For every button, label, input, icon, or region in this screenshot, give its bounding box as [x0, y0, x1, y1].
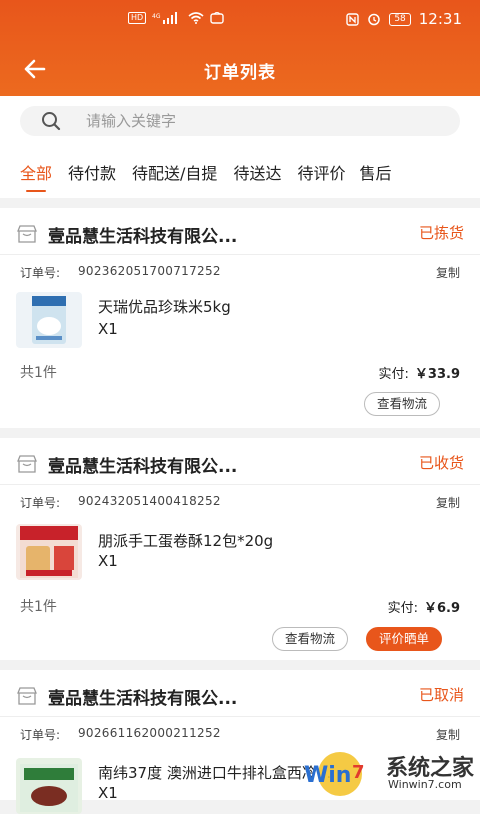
- paid-amount-row: 实付: ￥6.9: [388, 597, 460, 616]
- product-quantity: X1: [98, 320, 118, 338]
- svg-text:4G: 4G: [152, 13, 161, 20]
- tab-after-sales[interactable]: 售后: [359, 146, 391, 198]
- status-time: 12:31: [418, 10, 462, 28]
- paid-amount: ￥6.9: [423, 601, 460, 616]
- order-number-label: 订单号:: [20, 266, 61, 280]
- order-number: 902661162000211252: [78, 726, 221, 740]
- shop-icon: [17, 225, 37, 243]
- battery-icon: 58: [389, 12, 411, 26]
- hd-icon: HD: [128, 12, 147, 24]
- copy-button[interactable]: 复制: [436, 726, 460, 743]
- shop-row: 壹品慧生活科技有限公... 已取消: [16, 684, 466, 710]
- review-button[interactable]: 评价晒单: [365, 627, 442, 651]
- product-quantity: X1: [98, 552, 118, 570]
- watermark-logo: Win 7: [304, 752, 365, 796]
- order-number: 902362051700717252: [78, 264, 221, 278]
- alarm-icon: [368, 13, 381, 26]
- product-thumbnail[interactable]: [16, 758, 82, 814]
- shop-icon: [17, 455, 37, 473]
- order-tabs: 全部 待付款 待配送/自提 待送达 待评价 售后: [0, 146, 480, 198]
- svg-text:Win: Win: [304, 763, 351, 788]
- product-quantity: X1: [98, 784, 118, 802]
- shop-name: 壹品慧生活科技有限公...: [48, 689, 238, 709]
- product-thumbnail[interactable]: [16, 524, 82, 580]
- app-header: HD 4G 58 12:31 订单列表: [0, 0, 480, 96]
- steak-gift-box-image: [20, 764, 78, 812]
- tab-pending-payment[interactable]: 待付款: [68, 146, 116, 198]
- shop-row: 壹品慧生活科技有限公... 已收货: [16, 452, 466, 478]
- order-card[interactable]: 壹品慧生活科技有限公... 已收货 订单号: 90243205140041825…: [0, 438, 480, 660]
- order-number-label: 订单号:: [20, 496, 61, 510]
- svg-text:7: 7: [352, 762, 365, 783]
- search-input[interactable]: [84, 111, 408, 131]
- order-status: 已拣货: [418, 224, 464, 242]
- view-logistics-button[interactable]: 查看物流: [271, 627, 348, 651]
- shop-icon: [17, 687, 37, 705]
- watermark-url: Winwin7.com: [388, 778, 462, 791]
- paid-amount: ￥33.9: [414, 367, 460, 382]
- page-title: 订单列表: [204, 63, 276, 83]
- tab-pending-arrival[interactable]: 待送达: [233, 146, 281, 198]
- tab-all[interactable]: 全部: [20, 146, 52, 198]
- view-logistics-button[interactable]: 查看物流: [363, 392, 440, 416]
- item-count: 共1件: [20, 365, 57, 381]
- item-count: 共1件: [20, 599, 57, 615]
- status-right: 58 12:31: [346, 10, 462, 28]
- order-number-row: 订单号: 902432051400418252 复制: [20, 494, 460, 512]
- paid-amount-row: 实付: ￥33.9: [379, 363, 460, 382]
- status-bar: HD 4G 58 12:31: [0, 10, 480, 32]
- order-number-label: 订单号:: [20, 728, 61, 742]
- copy-button[interactable]: 复制: [436, 494, 460, 511]
- order-number: 902432051400418252: [78, 494, 221, 508]
- product-name[interactable]: 南纬37度 澳洲进口牛排礼盒西冷...: [98, 762, 331, 783]
- paid-label: 实付:: [378, 367, 409, 382]
- product-name[interactable]: 朋派手工蛋卷酥12包*20g: [98, 530, 273, 551]
- divider: [0, 254, 480, 255]
- order-status: 已取消: [418, 686, 464, 704]
- notification-icon: [210, 12, 224, 24]
- site-watermark: Win 7 系统之家 Winwin7.com: [298, 748, 478, 798]
- divider: [0, 716, 480, 717]
- order-number-row: 订单号: 902362051700717252 复制: [20, 264, 460, 282]
- shop-name: 壹品慧生活科技有限公...: [48, 457, 238, 477]
- divider: [0, 484, 480, 485]
- order-number-row: 订单号: 902661162000211252 复制: [20, 726, 460, 744]
- egg-roll-package-image: [20, 526, 78, 578]
- order-card[interactable]: 壹品慧生活科技有限公... 已拣货 订单号: 90236205170071725…: [0, 208, 480, 428]
- tab-pending-delivery[interactable]: 待配送/自提: [132, 146, 217, 198]
- copy-button[interactable]: 复制: [436, 264, 460, 281]
- wifi-icon: [188, 12, 204, 24]
- rice-bag-image: [32, 296, 66, 344]
- shop-name: 壹品慧生活科技有限公...: [48, 227, 238, 247]
- search-bar: [0, 96, 480, 146]
- product-thumbnail[interactable]: [16, 292, 82, 348]
- order-status: 已收货: [418, 454, 464, 472]
- cellular-signal-icon: 4G: [152, 12, 178, 24]
- search-icon: [42, 112, 61, 131]
- search-box[interactable]: [20, 106, 460, 136]
- nfc-icon: [346, 12, 360, 26]
- shop-row: 壹品慧生活科技有限公... 已拣货: [16, 222, 466, 248]
- paid-label: 实付:: [387, 601, 418, 616]
- product-name[interactable]: 天瑞优品珍珠米5kg: [98, 296, 231, 317]
- signal-icons: HD 4G: [128, 12, 224, 24]
- tab-pending-review[interactable]: 待评价: [297, 146, 345, 198]
